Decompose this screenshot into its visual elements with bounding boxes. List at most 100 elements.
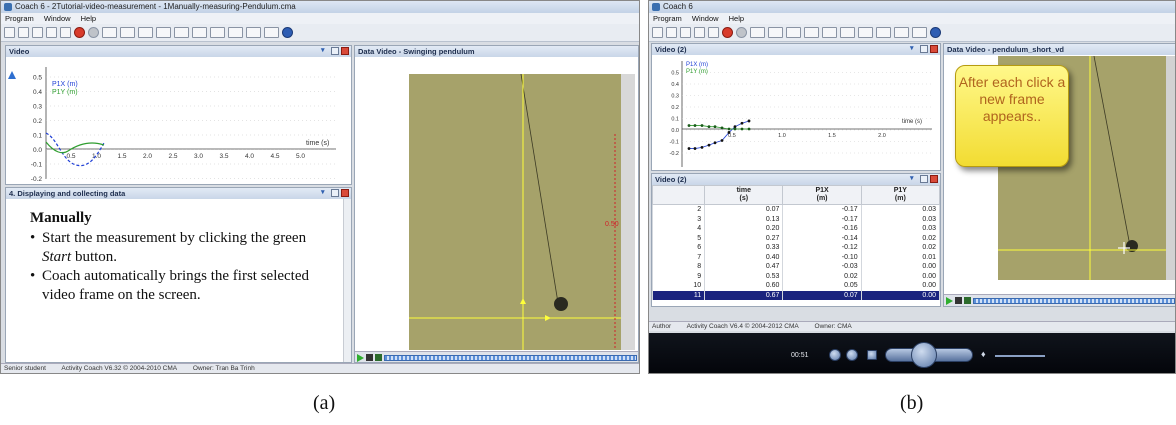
pendulum-video-frame[interactable]: 0.50 <box>409 74 635 350</box>
table-cell[interactable]: -0.14 <box>782 233 862 243</box>
p1x-point[interactable] <box>707 143 711 147</box>
save-icon[interactable] <box>32 27 43 38</box>
print-icon[interactable] <box>46 27 57 38</box>
p1y-point[interactable] <box>687 124 691 127</box>
table-cell[interactable]: -0.16 <box>782 224 862 234</box>
table-cell[interactable]: 0.03 <box>860 204 940 215</box>
video-timeline-slider[interactable] <box>384 354 637 361</box>
table-row[interactable]: 4 0.20 -0.16 0.03 <box>652 224 940 234</box>
step-back-icon[interactable] <box>964 297 971 304</box>
play-icon[interactable] <box>946 296 953 305</box>
p1x-point[interactable] <box>687 147 691 150</box>
table-cell[interactable]: 0.00 <box>860 290 940 300</box>
graph-plot-a[interactable]: 0.5 0.4 0.3 0.2 0.1 0.0 -0.1 -0.2 0.5 1.0 1.5 2.0 2… <box>6 57 351 184</box>
model-tool-icon[interactable] <box>228 27 243 38</box>
table-cell[interactable]: 0.02 <box>860 233 940 243</box>
pendulum-bob[interactable] <box>554 297 568 311</box>
table-row[interactable]: 9 0.53 0.02 0.00 <box>652 271 940 281</box>
table-cell[interactable]: -0.17 <box>782 204 862 215</box>
table-cell[interactable]: 0.07 <box>704 204 784 215</box>
graph-plot-b[interactable]: 0.50.40.30.20.10.0-0.1-0.2 0.5 1.0 1.5 2.0 … <box>652 55 940 170</box>
repeat-icon[interactable] <box>846 349 858 361</box>
table-cell[interactable]: 0.53 <box>704 271 784 281</box>
table-cell[interactable]: 0.67 <box>704 290 784 300</box>
table-cell[interactable]: 0.00 <box>860 271 940 281</box>
table-row[interactable]: 3 0.13 -0.17 0.03 <box>652 214 940 224</box>
stop-measurement-icon[interactable] <box>74 27 85 38</box>
table-cell[interactable]: 0.40 <box>704 252 784 262</box>
settings-tool-icon[interactable] <box>912 27 927 38</box>
table-cell[interactable]: 10 <box>652 281 706 291</box>
image-tool-icon[interactable] <box>858 27 873 38</box>
p1y-point[interactable] <box>727 127 731 131</box>
pane-close-icon[interactable] <box>341 189 349 197</box>
video-tool-icon[interactable] <box>192 27 207 38</box>
stop-icon[interactable] <box>366 354 373 361</box>
table-cell[interactable]: 0.03 <box>860 224 940 234</box>
table-row[interactable]: 7 0.40 -0.10 0.01 <box>652 252 940 262</box>
p1x-point[interactable] <box>740 121 744 125</box>
table-cell[interactable]: 11 <box>652 290 706 300</box>
help-icon[interactable] <box>930 27 941 38</box>
pane-close-icon[interactable] <box>930 45 938 53</box>
menu-window[interactable]: Window <box>44 14 71 23</box>
table-cell[interactable]: 0.05 <box>782 281 862 291</box>
menu-window[interactable]: Window <box>692 14 719 23</box>
p1y-point[interactable] <box>693 124 697 127</box>
table-row[interactable]: 5 0.27 -0.14 0.02 <box>652 233 940 243</box>
table-cell[interactable]: 2 <box>652 204 706 215</box>
table-cell[interactable]: 0.00 <box>860 262 940 272</box>
video-tool-icon[interactable] <box>840 27 855 38</box>
layout-icon[interactable] <box>60 27 71 38</box>
layout-icon[interactable] <box>708 27 719 38</box>
table-cell[interactable]: 0.07 <box>782 290 862 300</box>
table-cell[interactable]: 7 <box>652 252 706 262</box>
table-row[interactable]: 10 0.60 0.05 0.00 <box>652 281 940 291</box>
table-cell[interactable]: 3 <box>652 214 706 224</box>
table-cell[interactable]: -0.12 <box>782 243 862 253</box>
pane-close-icon[interactable] <box>341 47 349 55</box>
settings-tool-icon[interactable] <box>264 27 279 38</box>
table-cell[interactable]: 6 <box>652 243 706 253</box>
pane-menu-chevron-icon[interactable]: ▾ <box>321 47 329 55</box>
p1x-point[interactable] <box>720 139 724 142</box>
table-cell[interactable]: 0.01 <box>860 252 940 262</box>
open-icon[interactable] <box>18 27 29 38</box>
table-row[interactable]: 6 0.33 -0.12 0.02 <box>652 243 940 253</box>
menu-program[interactable]: Program <box>653 14 682 23</box>
menu-help[interactable]: Help <box>81 14 96 23</box>
table-cell[interactable]: 0.47 <box>704 262 784 272</box>
window-tool-icon[interactable] <box>750 27 765 38</box>
p1x-point[interactable] <box>700 146 704 149</box>
p1x-point[interactable] <box>727 131 731 134</box>
record-icon[interactable] <box>88 27 99 38</box>
print-icon[interactable] <box>694 27 705 38</box>
stop-icon[interactable] <box>955 297 962 304</box>
table-cell[interactable]: 5 <box>652 233 706 243</box>
image-tool-icon[interactable] <box>210 27 225 38</box>
meter-tool-icon[interactable] <box>156 27 171 38</box>
pane-maximize-icon[interactable] <box>920 45 928 53</box>
table-row[interactable]: 2 0.07 -0.17 0.03 <box>652 204 940 215</box>
pane-close-icon[interactable] <box>930 175 938 183</box>
table-cell[interactable]: 0.27 <box>704 233 784 243</box>
table-tool-icon[interactable] <box>786 27 801 38</box>
analysis-tool-icon[interactable] <box>894 27 909 38</box>
pane-maximize-icon[interactable] <box>331 47 339 55</box>
p1x-point[interactable] <box>747 119 751 123</box>
step-back-icon[interactable] <box>375 354 382 361</box>
p1y-point[interactable] <box>740 127 744 131</box>
axis-arrow-icon[interactable] <box>8 71 16 79</box>
record-icon[interactable] <box>736 27 747 38</box>
table-cell[interactable]: 4 <box>652 224 706 234</box>
volume-slider[interactable] <box>995 355 1045 357</box>
p1y-point[interactable] <box>720 126 724 130</box>
open-icon[interactable] <box>666 27 677 38</box>
table-cell[interactable]: 0.02 <box>860 243 940 253</box>
play-player-icon[interactable] <box>911 342 937 368</box>
table-cell[interactable]: 0.33 <box>704 243 784 253</box>
p1y-point[interactable] <box>747 127 751 131</box>
pane-menu-chevron-icon[interactable]: ▾ <box>321 189 329 197</box>
pane-menu-chevron-icon[interactable]: ▾ <box>910 175 918 183</box>
table-row[interactable]: 11 0.67 0.07 0.00 <box>652 290 940 300</box>
